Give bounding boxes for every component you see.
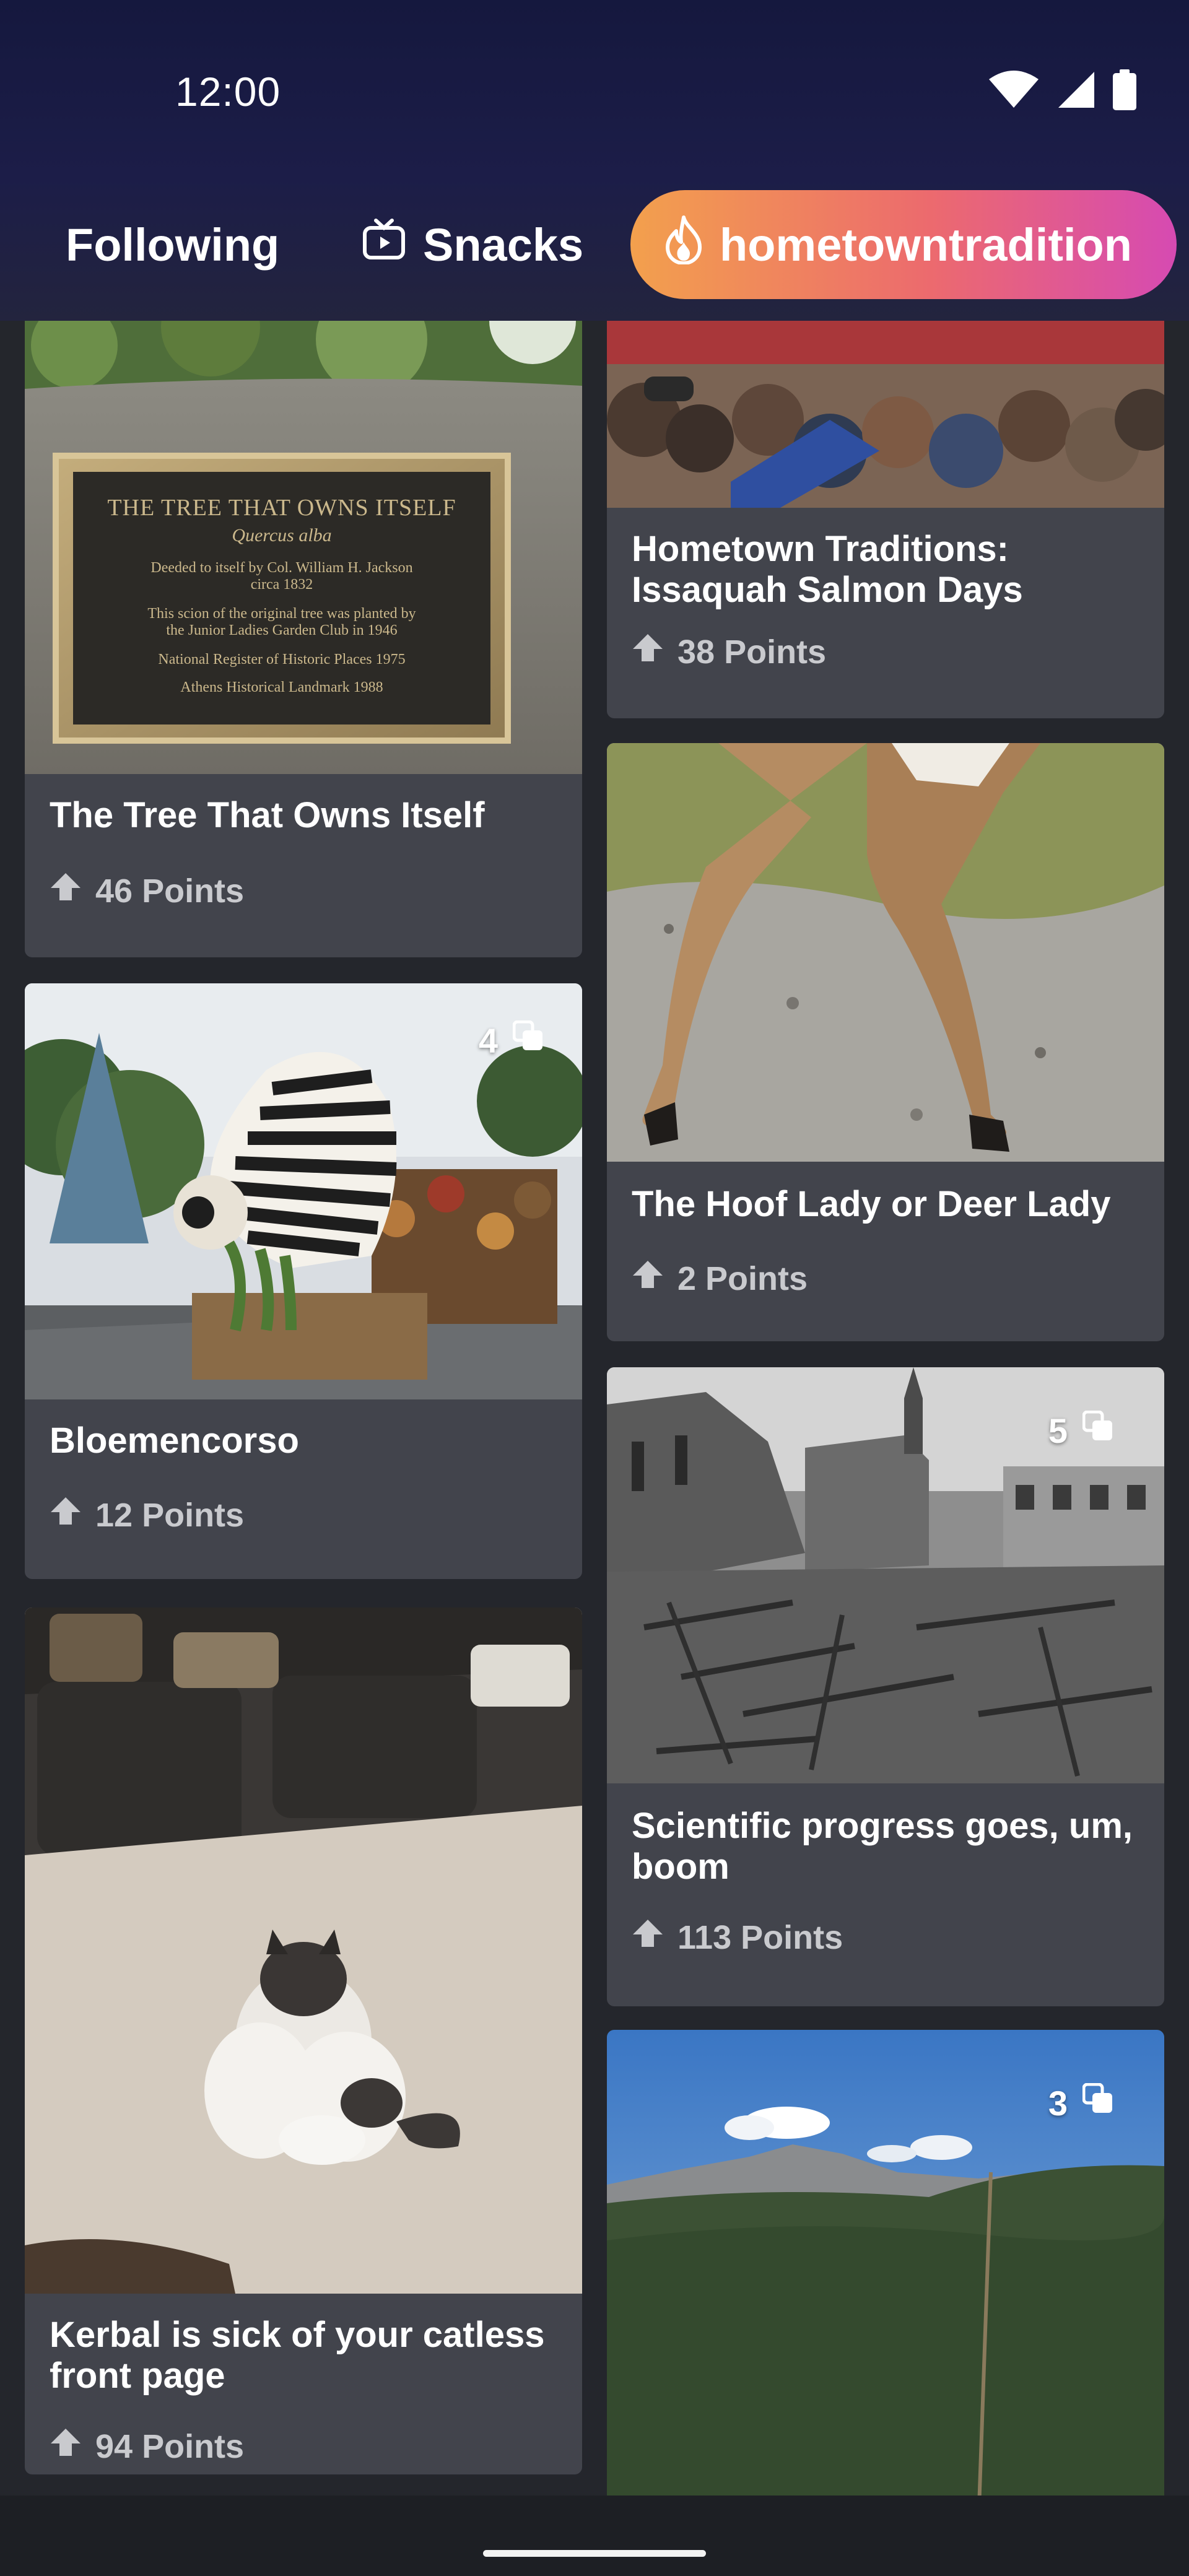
post-card[interactable]: 5 Scientific progress goes, um, boom 113… [607,1367,1164,2006]
signal-icon [1057,71,1095,112]
tab-following-label: Following [66,219,280,271]
post-points: 38 Points [632,632,826,672]
post-title: Scientific progress goes, um, boom [632,1806,1133,1887]
tab-following[interactable]: Following [66,186,279,303]
post-points-label: 46 Points [95,872,245,910]
wifi-icon [988,71,1040,112]
plaque-text: THE TREE THAT OWNS ITSELF Quercus alba D… [73,472,490,724]
image-count-badge: 5 [1048,1410,1115,1451]
post-title: Hometown Traditions: Issaquah Salmon Day… [632,529,1023,610]
post-points-label: 113 Points [677,1918,843,1956]
post-points-label: 94 Points [95,2427,245,2465]
image-count: 5 [1048,1411,1068,1450]
post-title: The Hoof Lady or Deer Lady [632,1184,1111,1224]
multi-image-icon [512,1020,545,1061]
tab-hometowntradition-label: hometowntradition [720,219,1132,271]
tab-snacks-label: Snacks [423,219,584,271]
status-icons [988,69,1136,113]
upvote-icon [632,632,664,672]
post-points-label: 38 Points [677,633,827,671]
plaque-line: circa 1832 [250,577,313,593]
plaque-line: National Register of Historic Places 197… [158,651,406,668]
plaque-line: Athens Historical Landmark 1988 [180,679,383,695]
post-card[interactable]: The Hoof Lady or Deer Lady 2 Points [607,743,1164,1341]
post-title: Kerbal is sick of your catless front pag… [50,2315,545,2396]
upvote-icon [632,1258,664,1299]
image-count: 4 [478,1021,498,1060]
post-title: Bloemencorso [50,1421,299,1461]
tab-hometowntradition[interactable]: hometowntradition [630,190,1177,299]
navigation-bar [0,2496,1189,2576]
post-points-label: 12 Points [95,1496,245,1534]
post-points: 113 Points [632,1917,843,1957]
image-count: 3 [1048,2084,1068,2123]
post-card[interactable]: Kerbal is sick of your catless front pag… [25,1608,582,2474]
post-feed[interactable]: THE TREE THAT OWNS ITSELF Quercus alba D… [0,321,1189,2496]
tab-snacks[interactable]: Snacks [362,186,583,303]
upvote-icon [50,871,82,911]
post-points-label: 2 Points [677,1260,808,1297]
post-image: THE TREE THAT OWNS ITSELF Quercus alba D… [25,321,582,774]
post-image: 3 [607,2030,1164,2496]
plaque-line: the Junior Ladies Garden Club in 1946 [166,622,398,638]
post-image [607,743,1164,1162]
upvote-icon [632,1917,664,1957]
post-points: 94 Points [50,2426,244,2466]
upvote-icon [50,1495,82,1535]
tab-bar: Following Snacks hometowntradition [0,186,1189,303]
post-image: 5 [607,1367,1164,1783]
image-count-badge: 4 [479,1020,545,1061]
multi-image-icon [1082,2082,1115,2123]
flame-icon [664,215,703,275]
post-title: The Tree That Owns Itself [50,795,485,835]
post-card[interactable]: Hometown Traditions: Issaquah Salmon Day… [607,321,1164,718]
home-gesture-handle[interactable] [483,2550,706,2557]
post-image [607,321,1164,508]
image-count-badge: 3 [1048,2082,1115,2123]
battery-icon [1113,69,1136,113]
post-points: 46 Points [50,871,244,911]
upvote-icon [50,2426,82,2466]
plaque-species: Quercus alba [232,525,332,546]
post-image [25,1608,582,2294]
plaque-heading: THE TREE THAT OWNS ITSELF [107,495,456,521]
post-card[interactable]: 4 Bloemencorso 12 Points [25,983,582,1579]
plaque-line: Deeded to itself by Col. William H. Jack… [150,560,413,576]
tv-icon [362,218,406,272]
multi-image-icon [1082,1410,1115,1451]
plaque-line: This scion of the original tree was plan… [147,606,416,622]
post-points: 2 Points [632,1258,808,1299]
post-image: 4 [25,983,582,1399]
status-time: 12:00 [175,69,281,115]
post-card[interactable]: THE TREE THAT OWNS ITSELF Quercus alba D… [25,321,582,957]
app-header: 12:00 Following Snacks hometowntradition [0,0,1189,321]
post-points: 12 Points [50,1495,244,1535]
post-card[interactable]: 3 [607,2030,1164,2496]
